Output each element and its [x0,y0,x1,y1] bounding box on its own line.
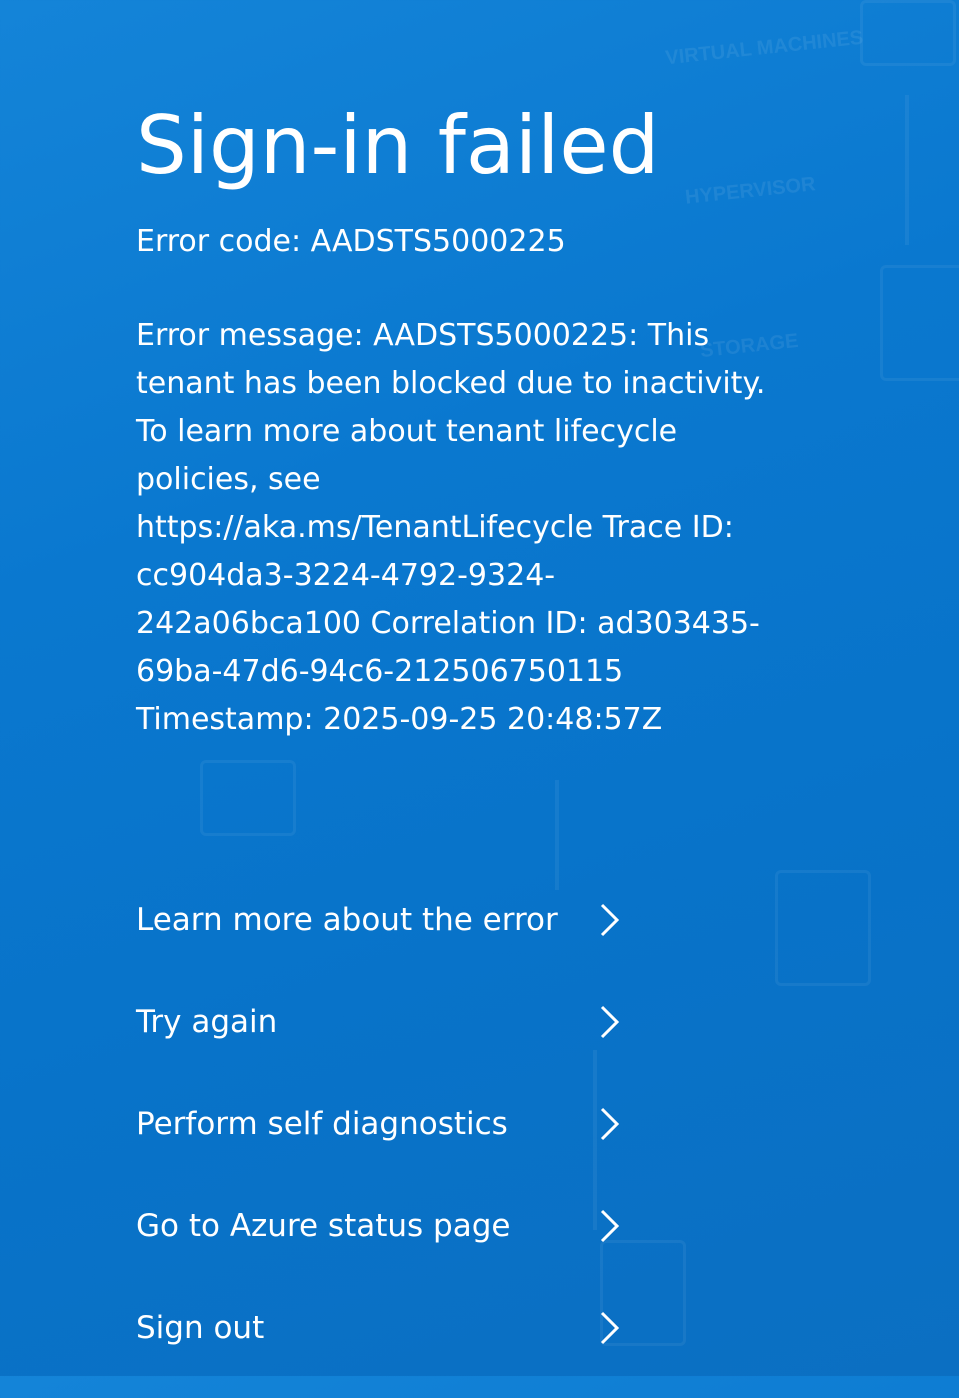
action-label: Try again [136,1004,278,1040]
error-panel: Sign-in failed Error code: AADSTS5000225… [136,96,776,744]
error-code: Error code: AADSTS5000225 [136,224,566,259]
learn-more-link[interactable]: Learn more about the error [136,888,620,952]
sign-out-link[interactable]: Sign out [136,1296,620,1360]
try-again-link[interactable]: Try again [136,990,620,1054]
chevron-right-icon [598,902,620,938]
action-list: Learn more about the error Try again Per… [136,888,636,1398]
page-title: Sign-in failed [136,99,660,192]
chevron-right-icon [598,1004,620,1040]
chevron-right-icon [598,1106,620,1142]
background-label: VIRTUAL MACHINES [664,26,865,70]
action-label: Go to Azure status page [136,1208,511,1244]
azure-status-link[interactable]: Go to Azure status page [136,1194,620,1258]
self-diagnostics-link[interactable]: Perform self diagnostics [136,1092,620,1156]
action-label: Sign out [136,1310,265,1346]
chevron-right-icon [598,1208,620,1244]
error-message: Error message: AADSTS5000225: This tenan… [136,318,766,737]
action-label: Perform self diagnostics [136,1106,508,1142]
action-label: Learn more about the error [136,902,558,938]
chevron-right-icon [598,1310,620,1346]
